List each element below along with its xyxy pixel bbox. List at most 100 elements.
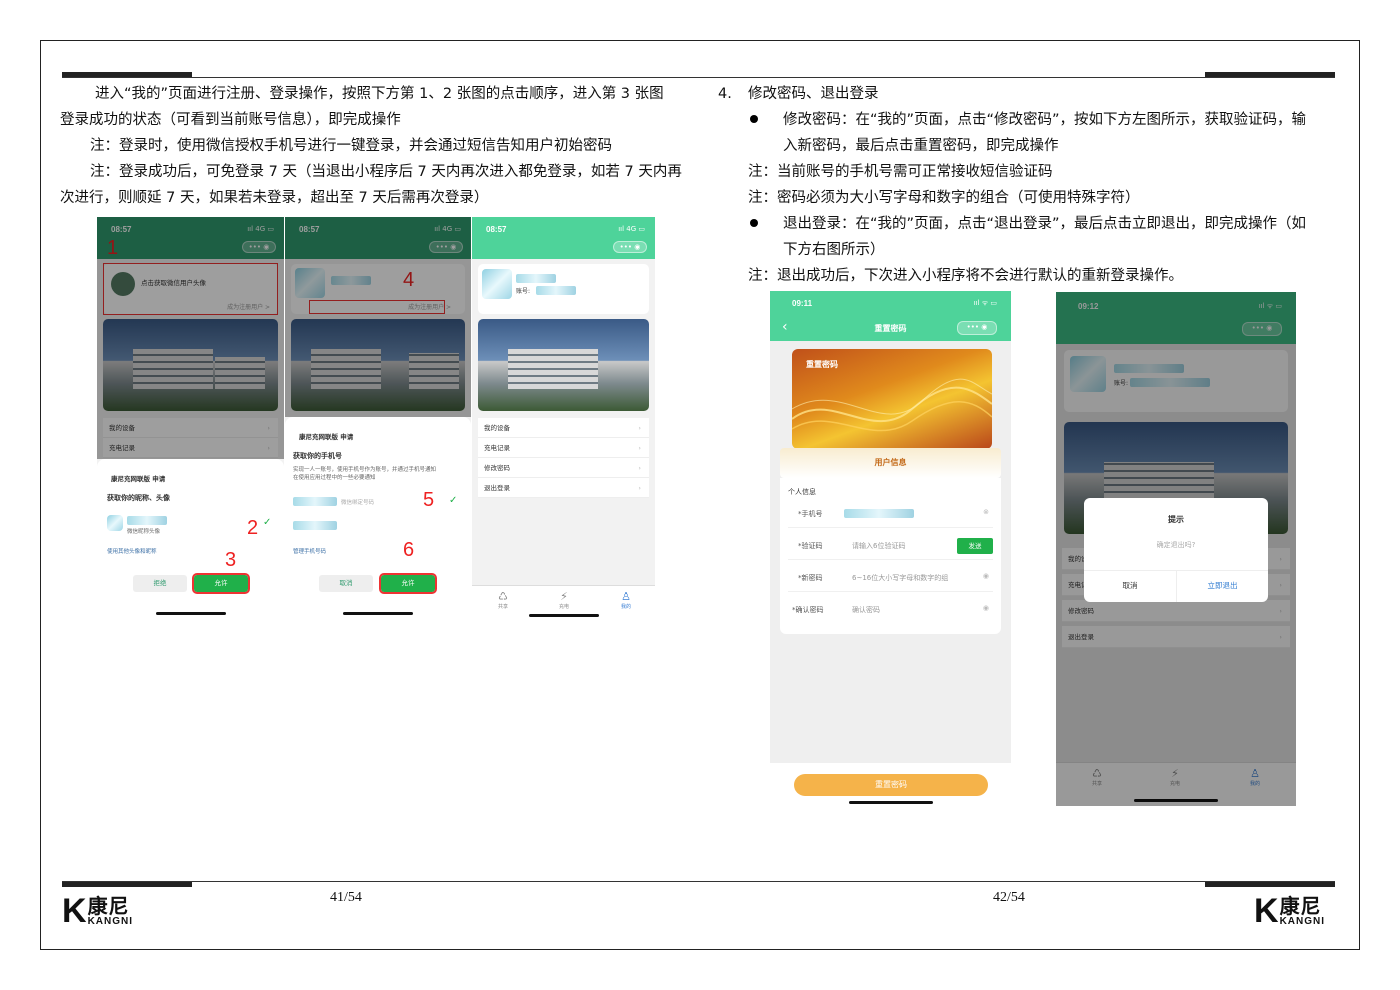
footer-bar-right: [1205, 882, 1335, 887]
sheet-title: 获取你的手机号: [293, 452, 342, 460]
bullet-dot-1: [750, 115, 758, 123]
screenshot-login-avatar: 08:57 ııl 4G ▭ ••• ◉ 点击获取微信用户头像 成为注册用户 >…: [97, 217, 284, 619]
left-note2-line2: 次进行，则顺延 7 天，如果若未登录，超出至 7 天后需再次登录）: [60, 190, 489, 206]
step-number-2: 2: [247, 517, 259, 539]
logo-en: KANGNI: [87, 915, 134, 927]
nickname-blur: [127, 516, 167, 525]
banner-card: 重置密码: [792, 349, 992, 449]
allow-button[interactable]: 允许: [192, 573, 250, 594]
field-label: *新密码: [798, 574, 823, 582]
dialog-confirm-button[interactable]: 立即退出: [1176, 570, 1268, 602]
bullet1-line2: 入新密码，最后点击重置密码，即完成操作: [783, 138, 1059, 154]
overlay-dim: [285, 217, 471, 417]
capsule-menu-icon[interactable]: ••• ◉: [957, 321, 997, 335]
left-para1-line2: 登录成功的状态（可看到当前账号信息），即完成操作: [60, 112, 401, 128]
left-para1-line1: 进入“我的”页面进行注册、登录操作，按照下方第 1、2 张图的点击顺序，进入第 …: [95, 86, 664, 102]
field-row-phone: *手机号 ⊗: [788, 500, 993, 528]
field-row-new-password[interactable]: *新密码 6~16位大小写字母和数字的组 ◉: [788, 564, 993, 592]
kangni-k-icon: K: [62, 892, 87, 930]
logout-dialog: 提示 确定退出吗? 取消 立即退出: [1084, 498, 1268, 602]
user-info-label: 用户信息: [874, 458, 907, 467]
phone-number-blur: [293, 497, 337, 506]
sheet-app-name: 康尼充网联版 申请: [111, 475, 166, 483]
field-label: *确认密码: [792, 606, 824, 614]
sheet-option[interactable]: 微信昵称头像: [127, 527, 160, 535]
screenshot-logout: 09:12 ııl ᯤ ▭ ••• ◉ 账号: 我的设备 充电记录 修改密码 退…: [1056, 292, 1296, 806]
menu-item-logout[interactable]: 退出登录: [478, 478, 649, 498]
sheet-desc-1: 实现一人一账号，使用手机号作为账号，并通过手机号通知: [293, 467, 437, 473]
signal-icon: ııl 4G ▭: [618, 225, 645, 233]
sheet-app-name: 康尼充网联版 申请: [299, 433, 354, 441]
user-icon: ♙: [621, 590, 631, 603]
auth-sheet: 康尼充网联版 申请 获取你的手机号 实现一人一账号，使用手机号作为账号，并通过手…: [285, 417, 471, 619]
wechat-avatar: [107, 515, 123, 531]
menu-item-devices[interactable]: 我的设备: [478, 418, 649, 438]
right-note1: 注：当前账号的手机号需可正常接收短信验证码: [748, 164, 1053, 180]
tab-charge[interactable]: ⚡ 充电: [549, 590, 579, 610]
kangni-k-icon: K: [1254, 892, 1279, 930]
allow-button[interactable]: 允许: [379, 573, 437, 594]
sheet-title: 获取你的昵称、头像: [107, 494, 170, 502]
menu-item-change-password[interactable]: 修改密码: [478, 458, 649, 478]
phone-hint[interactable]: 微信绑定号码: [341, 498, 374, 506]
bullet-dot-2: [750, 219, 758, 227]
field-label: *验证码: [798, 542, 823, 550]
footer-line: [62, 881, 1335, 882]
user-avatar: [482, 269, 512, 299]
phone-number-blur-2: [293, 521, 337, 530]
step-number-5: 5: [423, 489, 435, 511]
reset-button[interactable]: 重置密码: [794, 774, 988, 796]
field-row-confirm[interactable]: *确认密码 确认密码 ◉: [788, 596, 993, 624]
profile-card: 账号:: [478, 264, 649, 314]
sheet-other-option[interactable]: 使用其他头像和昵称: [107, 547, 157, 555]
home-indicator: [528, 614, 599, 617]
eye-icon[interactable]: ◉: [983, 572, 989, 580]
account-blur: [536, 286, 576, 295]
send-code-button[interactable]: 发送: [957, 538, 993, 554]
user-info-band: 用户信息: [780, 448, 1001, 478]
cancel-button[interactable]: 取消: [319, 575, 373, 592]
right-note3: 注：退出成功后，下次进入小程序将不会进行默认的重新登录操作。: [748, 268, 1183, 284]
left-note1: 注：登录时，使用微信授权手机号进行一键登录，并会通过短信告知用户初始密码: [90, 138, 612, 154]
status-header: 09:11 ııl ᯤ ▭ ‹ 重置密码 ••• ◉: [770, 291, 1011, 341]
charge-icon: ⚡: [560, 590, 568, 603]
bullet2-line1: 退出登录：在“我的”页面，点击“退出登录”，最后点击立即退出，即完成操作（如: [783, 216, 1307, 232]
clear-icon[interactable]: ⊗: [983, 508, 989, 516]
dialog-cancel-button[interactable]: 取消: [1084, 570, 1176, 602]
screenshot-reset-password: 09:11 ııl ᯤ ▭ ‹ 重置密码 ••• ◉ 重置密码 用户信息 个人信…: [770, 291, 1011, 806]
screenshot-login-phone: 08:57 ııl 4G ▭ ••• ◉ 成为注册用户 > 4 康尼充网联版 申…: [285, 217, 471, 619]
footer-bar-left: [62, 882, 192, 887]
banner-title: 重置密码: [806, 360, 838, 369]
nickname-blur: [516, 274, 556, 283]
reject-button[interactable]: 拒绝: [133, 575, 187, 592]
account-label: 账号:: [516, 288, 531, 295]
tab-mine[interactable]: ♙ 我的: [611, 590, 641, 610]
right-note2: 注：密码必须为大小写字母和数字的组合（可使用特殊字符）: [748, 190, 1140, 206]
bullet1-line1: 修改密码：在“我的”页面，点击“修改密码”，按如下方左图所示，获取验证码，输: [783, 112, 1307, 128]
sheet-desc-2: 在使用应用过程中的一些必要通知: [293, 475, 376, 481]
section-label: 个人信息: [788, 488, 816, 496]
capsule-menu-icon[interactable]: ••• ◉: [613, 241, 647, 253]
kangni-logo-right: K 康尼 KANGNI: [1254, 894, 1325, 928]
field-placeholder: 6~16位大小写字母和数字的组: [852, 574, 949, 582]
home-indicator: [848, 801, 933, 804]
home-indicator: [343, 612, 413, 615]
field-placeholder: 请输入6位验证码: [852, 542, 906, 550]
status-header: 08:57 ııl 4G ▭ ••• ◉: [472, 217, 655, 259]
overlay-dim: [97, 217, 284, 459]
manage-phone-link[interactable]: 管理手机号码: [293, 547, 326, 555]
building-photo: [478, 319, 649, 411]
menu-item-charging[interactable]: 充电记录: [478, 438, 649, 458]
status-time: 08:57: [486, 225, 507, 234]
status-time: 09:11: [792, 299, 813, 308]
header-bar-right: [1205, 72, 1335, 77]
tab-share[interactable]: ♺ 共享: [488, 590, 518, 610]
field-row-code[interactable]: *验证码 请输入6位验证码 发送: [788, 532, 993, 560]
dialog-title: 提示: [1168, 515, 1184, 524]
section-title: 修改密码、退出登录: [748, 86, 879, 102]
section-number: 4.: [718, 86, 732, 102]
eye-icon[interactable]: ◉: [983, 604, 989, 612]
dialog-message: 确定退出吗?: [1156, 541, 1196, 549]
kangni-logo-left: K 康尼 KANGNI: [62, 894, 133, 928]
page-number-left: 41/54: [330, 890, 362, 905]
